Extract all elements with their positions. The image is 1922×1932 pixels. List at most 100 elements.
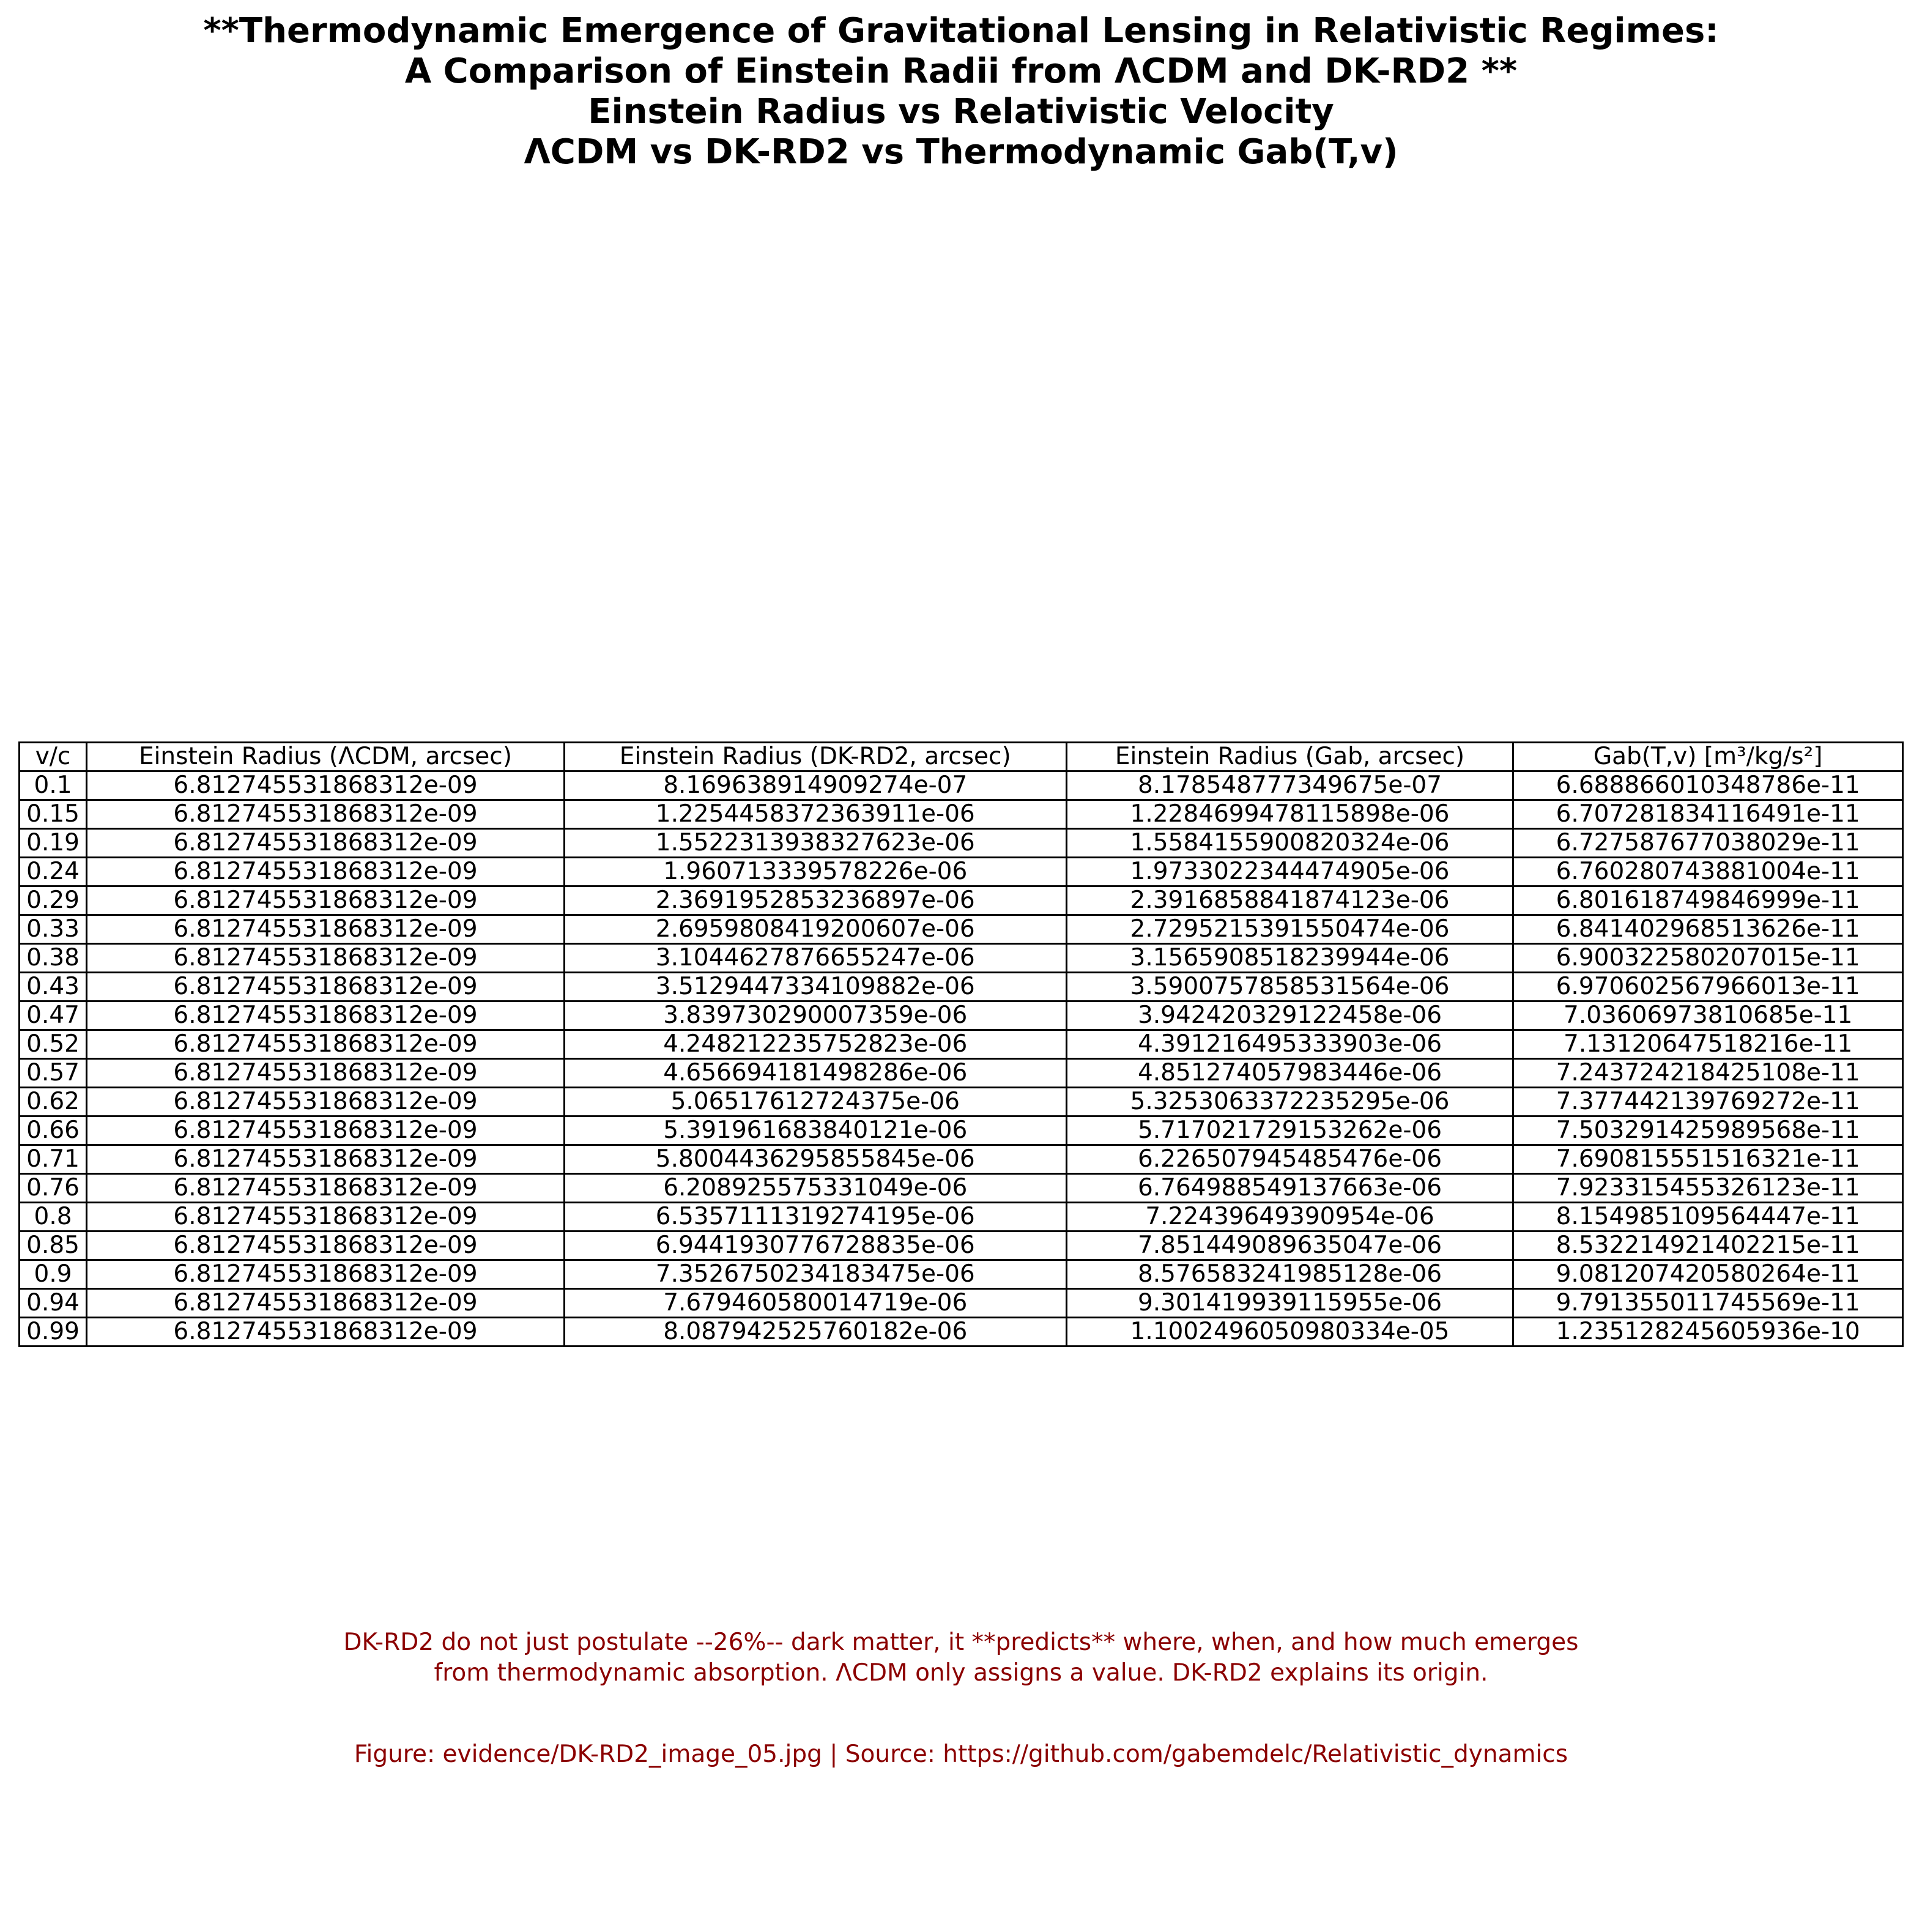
- cell-einstein-radius-dkrd2: 2.3691952853236897e-06: [563, 885, 1067, 916]
- cell-einstein-radius-dkrd2: 1.5522313938327623e-06: [563, 828, 1067, 858]
- cell-einstein-radius-dkrd2: 5.391961683840121e-06: [563, 1115, 1067, 1146]
- cell-einstein-radius-gab: 4.391216495333903e-06: [1065, 1029, 1515, 1060]
- annotation-note: DK-RD2 do not just postulate --26%-- dar…: [0, 1627, 1922, 1689]
- cell-vc: 0.15: [18, 799, 88, 830]
- cell-einstein-radius-gab: 3.942420329122458e-06: [1065, 1000, 1515, 1031]
- header-einstein-radius-gab: Einstein Radius (Gab, arcsec): [1065, 741, 1515, 772]
- cell-vc: 0.24: [18, 856, 88, 887]
- cell-gab: 6.801618749846999e-11: [1512, 885, 1904, 916]
- cell-einstein-radius-dkrd2: 7.679460580014719e-06: [563, 1288, 1067, 1318]
- cell-einstein-radius-lcdm: 6.812745531868312e-09: [86, 1115, 565, 1146]
- table-row: 0.43 6.812745531868312e-09 3.5129447334109…: [18, 972, 1904, 1002]
- cell-gab: 7.690815551516321e-11: [1512, 1144, 1904, 1175]
- cell-einstein-radius-gab: 2.7295215391550474e-06: [1065, 914, 1515, 945]
- title-line-4: ΛCDM vs DK-RD2 vs Thermodynamic Gab(T,v): [524, 132, 1398, 172]
- cell-einstein-radius-lcdm: 6.812745531868312e-09: [86, 770, 565, 801]
- cell-gab: 7.923315455326123e-11: [1512, 1173, 1904, 1203]
- data-table-container: v/c Einstein Radius (ΛCDM, arcsec) Einst…: [18, 741, 1904, 1347]
- cell-einstein-radius-dkrd2: 1.960713339578226e-06: [563, 856, 1067, 887]
- cell-einstein-radius-lcdm: 6.812745531868312e-09: [86, 972, 565, 1002]
- table-row: 0.76 6.812745531868312e-09 6.2089255753310…: [18, 1173, 1904, 1203]
- cell-gab: 7.243724218425108e-11: [1512, 1058, 1904, 1088]
- table-row: 0.9 6.812745531868312e-09 7.35267502341834…: [18, 1259, 1904, 1290]
- title-line-3: Einstein Radius vs Relativistic Velocity: [588, 92, 1334, 132]
- table-row: 0.29 6.812745531868312e-09 2.3691952853236…: [18, 885, 1904, 916]
- cell-einstein-radius-lcdm: 6.812745531868312e-09: [86, 828, 565, 858]
- cell-vc: 0.76: [18, 1173, 88, 1203]
- cell-gab: 9.081207420580264e-11: [1512, 1259, 1904, 1290]
- table-row: 0.85 6.812745531868312e-09 6.9441930776728…: [18, 1230, 1904, 1261]
- cell-vc: 0.94: [18, 1288, 88, 1318]
- cell-einstein-radius-dkrd2: 7.3526750234183475e-06: [563, 1259, 1067, 1290]
- note-line-2: from thermodynamic absorption. ΛCDM only…: [434, 1659, 1488, 1687]
- table-row: 0.19 6.812745531868312e-09 1.5522313938327…: [18, 828, 1904, 858]
- source-line: Figure: evidence/DK-RD2_image_05.jpg | S…: [354, 1741, 1568, 1768]
- cell-einstein-radius-dkrd2: 6.208925575331049e-06: [563, 1173, 1067, 1203]
- table-body: 0.1 6.812745531868312e-09 8.16963891490927…: [18, 770, 1904, 1347]
- cell-vc: 0.71: [18, 1144, 88, 1175]
- cell-einstein-radius-lcdm: 6.812745531868312e-09: [86, 1288, 565, 1318]
- cell-einstein-radius-gab: 8.576583241985128e-06: [1065, 1259, 1515, 1290]
- chart-title: **Thermodynamic Emergence of Gravitation…: [0, 11, 1922, 173]
- cell-einstein-radius-dkrd2: 5.8004436295855845e-06: [563, 1144, 1067, 1175]
- cell-vc: 0.62: [18, 1087, 88, 1117]
- cell-einstein-radius-lcdm: 6.812745531868312e-09: [86, 1230, 565, 1261]
- cell-gab: 7.13120647518216e-11: [1512, 1029, 1904, 1060]
- cell-einstein-radius-lcdm: 6.812745531868312e-09: [86, 799, 565, 830]
- cell-vc: 0.8: [18, 1202, 88, 1232]
- cell-vc: 0.66: [18, 1115, 88, 1146]
- cell-vc: 0.43: [18, 972, 88, 1002]
- cell-einstein-radius-gab: 5.717021729153262e-06: [1065, 1115, 1515, 1146]
- table-row: 0.62 6.812745531868312e-09 5.0651761272437…: [18, 1087, 1904, 1117]
- table-row: 0.8 6.812745531868312e-09 6.53571113192741…: [18, 1202, 1904, 1232]
- cell-vc: 0.19: [18, 828, 88, 858]
- cell-einstein-radius-gab: 1.9733022344474905e-06: [1065, 856, 1515, 887]
- cell-vc: 0.29: [18, 885, 88, 916]
- cell-einstein-radius-gab: 1.5584155900820324e-06: [1065, 828, 1515, 858]
- data-table: v/c Einstein Radius (ΛCDM, arcsec) Einst…: [18, 741, 1904, 1347]
- cell-einstein-radius-lcdm: 6.812745531868312e-09: [86, 1029, 565, 1060]
- cell-einstein-radius-lcdm: 6.812745531868312e-09: [86, 1144, 565, 1175]
- cell-einstein-radius-dkrd2: 1.2254458372363911e-06: [563, 799, 1067, 830]
- cell-einstein-radius-lcdm: 6.812745531868312e-09: [86, 1058, 565, 1088]
- cell-vc: 0.57: [18, 1058, 88, 1088]
- cell-einstein-radius-dkrd2: 2.6959808419200607e-06: [563, 914, 1067, 945]
- cell-gab: 6.688866010348786e-11: [1512, 770, 1904, 801]
- header-einstein-radius-lcdm: Einstein Radius (ΛCDM, arcsec): [86, 741, 565, 772]
- table-row: 0.33 6.812745531868312e-09 2.6959808419200…: [18, 914, 1904, 945]
- cell-einstein-radius-lcdm: 6.812745531868312e-09: [86, 1202, 565, 1232]
- cell-einstein-radius-dkrd2: 6.5357111319274195e-06: [563, 1202, 1067, 1232]
- cell-gab: 6.760280743881004e-11: [1512, 856, 1904, 887]
- cell-vc: 0.1: [18, 770, 88, 801]
- source-caption: Figure: evidence/DK-RD2_image_05.jpg | S…: [0, 1739, 1922, 1770]
- cell-einstein-radius-gab: 5.3253063372235295e-06: [1065, 1087, 1515, 1117]
- cell-gab: 7.377442139769272e-11: [1512, 1087, 1904, 1117]
- cell-einstein-radius-lcdm: 6.812745531868312e-09: [86, 1317, 565, 1347]
- cell-einstein-radius-dkrd2: 6.9441930776728835e-06: [563, 1230, 1067, 1261]
- table-row: 0.24 6.812745531868312e-09 1.9607133395782…: [18, 856, 1904, 887]
- cell-gab: 6.970602567966013e-11: [1512, 972, 1904, 1002]
- cell-einstein-radius-gab: 3.1565908518239944e-06: [1065, 943, 1515, 973]
- cell-einstein-radius-lcdm: 6.812745531868312e-09: [86, 943, 565, 973]
- cell-gab: 6.727587677038029e-11: [1512, 828, 1904, 858]
- cell-einstein-radius-gab: 9.301419939115955e-06: [1065, 1288, 1515, 1318]
- header-vc: v/c: [18, 741, 88, 772]
- cell-gab: 8.154985109564447e-11: [1512, 1202, 1904, 1232]
- cell-gab: 7.503291425989568e-11: [1512, 1115, 1904, 1146]
- title-line-2: A Comparison of Einstein Radii from ΛCDM…: [404, 51, 1518, 91]
- cell-einstein-radius-lcdm: 6.812745531868312e-09: [86, 914, 565, 945]
- cell-einstein-radius-lcdm: 6.812745531868312e-09: [86, 1173, 565, 1203]
- cell-einstein-radius-lcdm: 6.812745531868312e-09: [86, 1087, 565, 1117]
- cell-einstein-radius-dkrd2: 3.5129447334109882e-06: [563, 972, 1067, 1002]
- header-gab: Gab(T,v) [m³/kg/s²]: [1512, 741, 1904, 772]
- cell-gab: 1.235128245605936e-10: [1512, 1317, 1904, 1347]
- cell-einstein-radius-gab: 1.2284699478115898e-06: [1065, 799, 1515, 830]
- cell-einstein-radius-gab: 6.764988549137663e-06: [1065, 1173, 1515, 1203]
- cell-einstein-radius-gab: 1.1002496050980334e-05: [1065, 1317, 1515, 1347]
- cell-gab: 6.707281834116491e-11: [1512, 799, 1904, 830]
- cell-gab: 6.900322580207015e-11: [1512, 943, 1904, 973]
- cell-einstein-radius-dkrd2: 5.06517612724375e-06: [563, 1087, 1067, 1117]
- cell-vc: 0.99: [18, 1317, 88, 1347]
- table-row: 0.15 6.812745531868312e-09 1.2254458372363…: [18, 799, 1904, 830]
- table-row: 0.47 6.812745531868312e-09 3.8397302900073…: [18, 1000, 1904, 1031]
